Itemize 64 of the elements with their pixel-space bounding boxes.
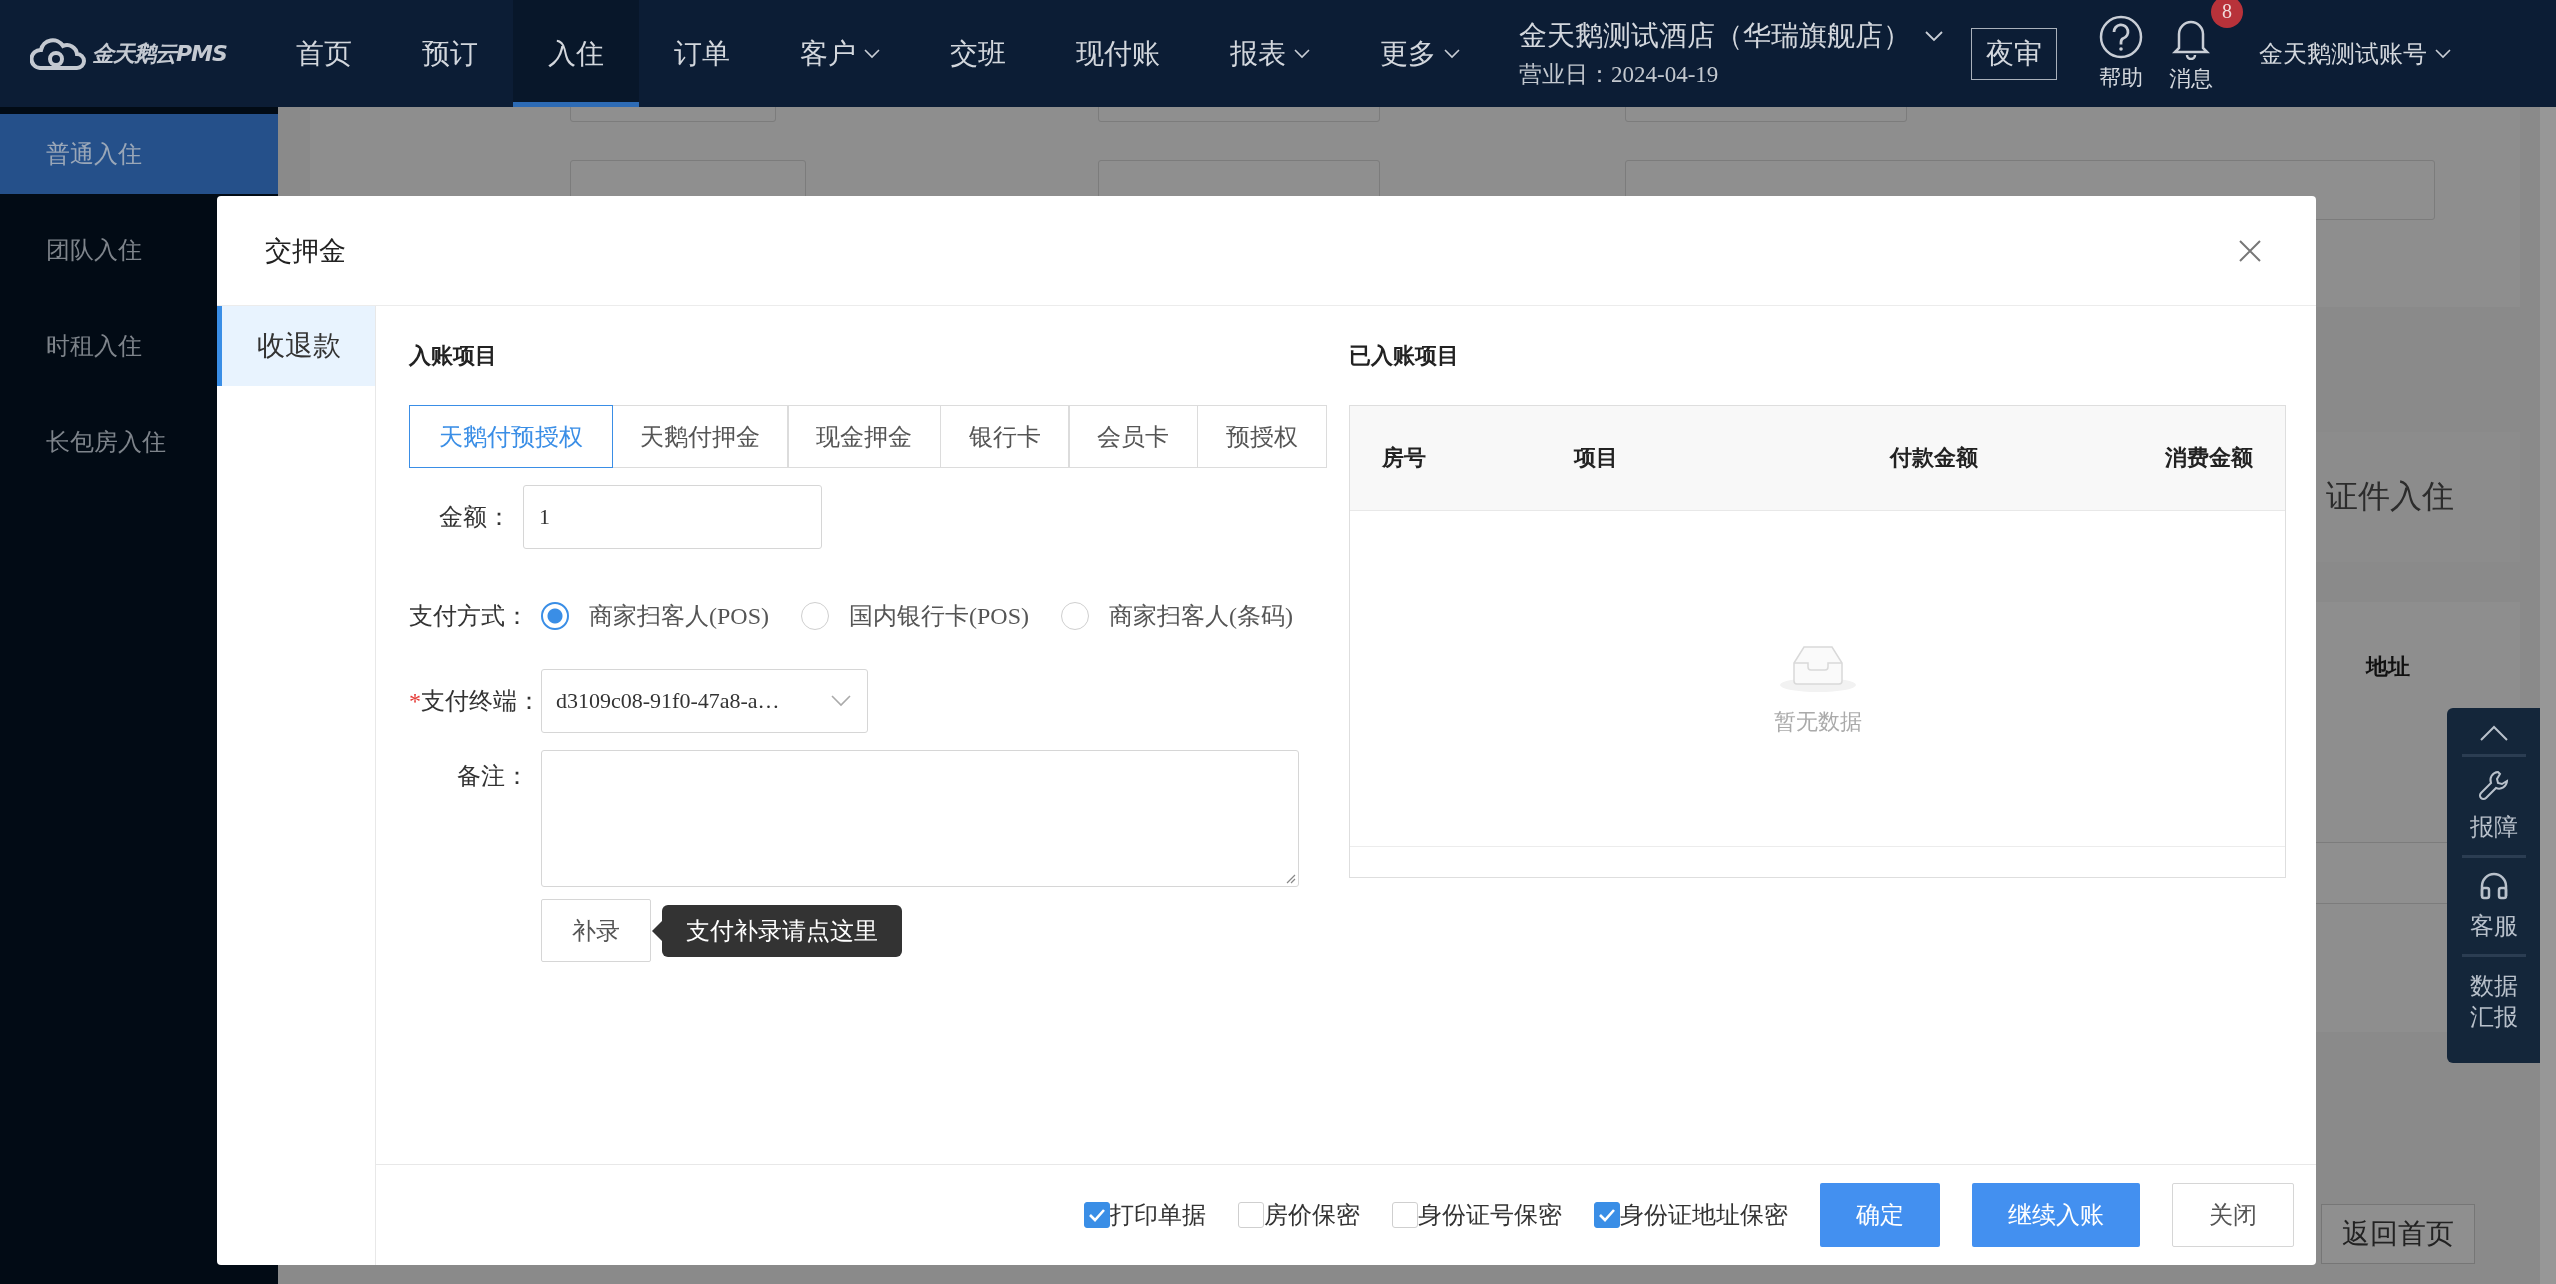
account-menu[interactable]: 金天鹅测试账号 xyxy=(2259,37,2427,70)
empty-text: 暂无数据 xyxy=(1773,707,1862,736)
chevron-down-icon xyxy=(831,695,851,707)
tooltip: 支付补录请点这里 xyxy=(662,904,902,957)
cloud-logo-icon xyxy=(30,36,86,71)
column-header: 房号 xyxy=(1382,444,1426,472)
column-header: 付款金额 xyxy=(1890,444,1978,472)
nav-tab[interactable]: 订单 xyxy=(639,0,765,107)
service-label[interactable]: 客服 xyxy=(2469,910,2518,942)
checkbox-option[interactable]: 身份证号保密 xyxy=(1392,1199,1562,1231)
nav-tab[interactable]: 现付账 xyxy=(1041,0,1195,107)
dialog-title: 交押金 xyxy=(265,234,346,268)
night-audit-button[interactable]: 夜审 xyxy=(1971,27,2057,80)
messages-label: 消息 xyxy=(2169,64,2213,93)
tooltip-pointer-icon xyxy=(652,920,662,941)
payment-tab[interactable]: 预授权 xyxy=(1196,405,1327,468)
radio-option[interactable]: 商家扫客人(条码) xyxy=(1061,600,1293,632)
supplement-button[interactable]: 补录 xyxy=(541,899,651,962)
chevron-up-icon[interactable] xyxy=(2478,724,2509,742)
wrench-icon[interactable] xyxy=(2477,769,2510,801)
chevron-down-icon xyxy=(1925,30,1943,42)
scrollbar[interactable] xyxy=(2540,107,2556,1284)
close-button[interactable]: 关闭 xyxy=(2172,1183,2294,1247)
payment-tab[interactable]: 会员卡 xyxy=(1068,405,1198,468)
nav-tab[interactable]: 更多 xyxy=(1345,0,1495,107)
payment-tab[interactable]: 银行卡 xyxy=(939,405,1070,468)
nav-tab[interactable]: 首页 xyxy=(261,0,387,107)
app-logo-text: 金天鹅云PMS xyxy=(92,39,227,68)
id-checkin-label: 证件入住 xyxy=(2326,477,2454,516)
payment-tab[interactable]: 天鹅付押金 xyxy=(611,405,789,468)
field-label: *支付终端： xyxy=(409,687,541,716)
radio-option[interactable]: 商家扫客人(POS) xyxy=(541,600,769,632)
side-tab[interactable]: 收退款 xyxy=(217,306,375,386)
nav-tab[interactable]: 入住 xyxy=(513,0,639,107)
nav-tab[interactable]: 交班 xyxy=(915,0,1041,107)
column-header: 消费金额 xyxy=(2165,444,2253,472)
payment-tab[interactable]: 现金押金 xyxy=(787,405,941,468)
amount-input[interactable]: 1 xyxy=(523,485,822,549)
nav-tab[interactable]: 报表 xyxy=(1195,0,1345,107)
field-label: 备注： xyxy=(456,762,530,791)
notification-badge: 8 xyxy=(2211,0,2243,28)
column-header: 项目 xyxy=(1574,444,1618,472)
close-icon[interactable] xyxy=(2238,238,2262,263)
hotel-selector[interactable]: 金天鹅测试酒店（华瑞旗舰店） xyxy=(1519,17,1911,55)
section-title: 已入账项目 xyxy=(1349,342,1460,370)
section-title: 入账项目 xyxy=(409,342,498,370)
column-header: 地址 xyxy=(2366,653,2410,681)
help-icon[interactable] xyxy=(2099,14,2143,59)
field-label: 金额： xyxy=(438,503,512,532)
radio-option[interactable]: 国内银行卡(POS) xyxy=(801,600,1030,632)
help-label: 帮助 xyxy=(2099,63,2143,92)
nav-tab[interactable]: 客户 xyxy=(765,0,915,107)
business-day: 营业日：2024-04-19 xyxy=(1519,59,1943,90)
data-report-label[interactable]: 数据汇报 xyxy=(2468,971,2519,1034)
checkbox-option[interactable]: 身份证地址保密 xyxy=(1594,1199,1788,1231)
report-label[interactable]: 报障 xyxy=(2469,811,2518,843)
terminal-select[interactable]: d3109c08-91f0-47a8-a… xyxy=(541,669,868,733)
resize-grip-icon[interactable] xyxy=(1284,872,1296,884)
field-label: 支付方式： xyxy=(409,602,530,631)
home-button[interactable]: 返回首页 xyxy=(2321,1204,2475,1264)
nav-tab[interactable]: 预订 xyxy=(387,0,513,107)
chevron-down-icon xyxy=(2435,48,2451,59)
checkbox-option[interactable]: 房价保密 xyxy=(1238,1199,1360,1231)
checkbox-option[interactable]: 打印单据 xyxy=(1084,1199,1206,1231)
